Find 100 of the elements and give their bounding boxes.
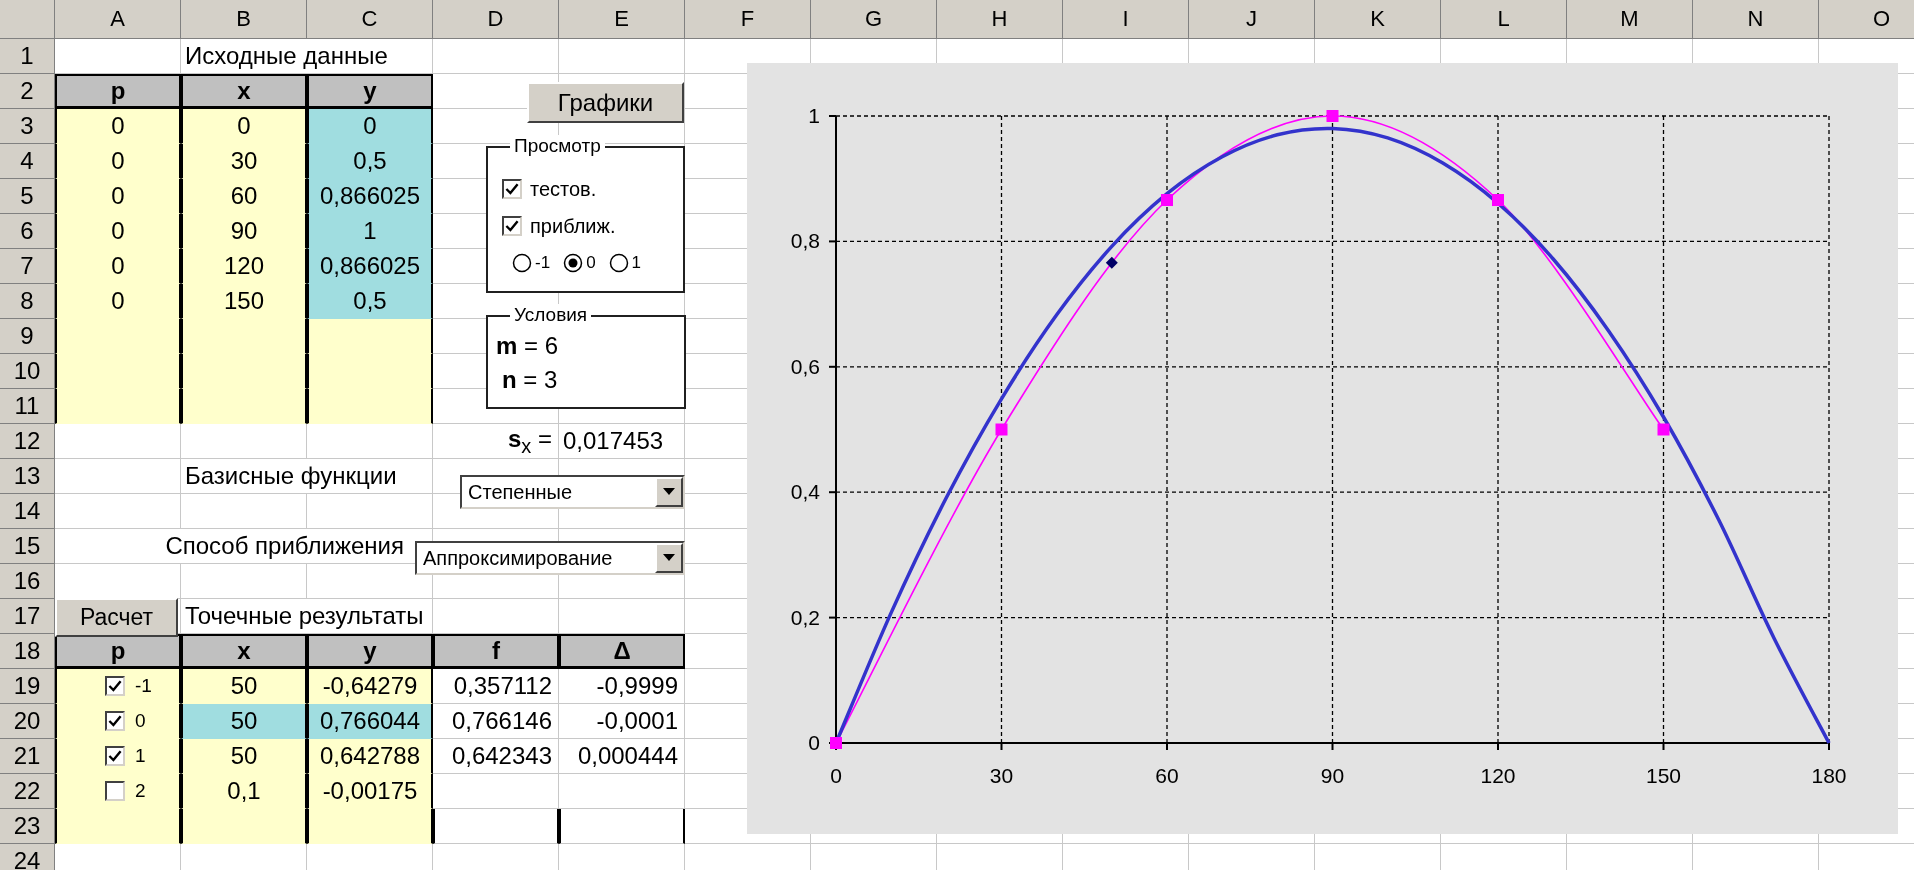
dropdown[interactable]: Степенные	[460, 475, 685, 509]
tick-label: 0,8	[790, 229, 820, 253]
header-cell: f	[433, 634, 559, 669]
caret-icon	[663, 488, 675, 496]
tick-label: 150	[1646, 764, 1681, 787]
row-header[interactable]: 19	[0, 669, 55, 704]
cell: 0,017453	[559, 424, 685, 459]
column-header[interactable]: I	[1063, 0, 1189, 39]
row-header[interactable]: 1	[0, 39, 55, 74]
tick-label: 180	[1811, 764, 1847, 787]
row-header[interactable]: 12	[0, 424, 55, 459]
cell: 0,866025	[307, 179, 433, 214]
checkbox[interactable]	[105, 746, 125, 766]
condition-text: m = 6	[496, 331, 559, 361]
row-header[interactable]: 9	[0, 319, 55, 354]
checkbox[interactable]	[105, 781, 125, 801]
dropdown-button[interactable]	[655, 477, 683, 507]
column-header[interactable]: G	[811, 0, 937, 39]
checkbox-label: 0	[135, 710, 146, 732]
select-all-button[interactable]	[0, 0, 55, 39]
row-header[interactable]: 24	[0, 844, 55, 870]
cell: 50	[181, 739, 307, 774]
radio-label: 1	[631, 253, 642, 273]
row-header[interactable]: 18	[0, 634, 55, 669]
header-cell: x	[181, 634, 307, 669]
row-header[interactable]: 10	[0, 354, 55, 389]
tick-label: 0	[808, 731, 820, 754]
row-header[interactable]: 2	[0, 74, 55, 109]
column-header[interactable]: F	[685, 0, 811, 39]
condition-text: n = 3	[502, 365, 558, 395]
column-header[interactable]: C	[307, 0, 433, 39]
checkbox-label: приближ.	[530, 214, 616, 238]
column-header[interactable]: H	[937, 0, 1063, 39]
row-header[interactable]: 15	[0, 529, 55, 564]
data-point	[1161, 194, 1173, 206]
cell: -0,0001	[559, 704, 685, 739]
cell: 0	[181, 109, 307, 144]
row-header[interactable]: 20	[0, 704, 55, 739]
row-header[interactable]: 14	[0, 494, 55, 529]
column-header[interactable]: E	[559, 0, 685, 39]
column-header[interactable]: A	[55, 0, 181, 39]
cell: 0	[55, 109, 181, 144]
cell: 50	[181, 704, 307, 739]
radio-button[interactable]	[608, 253, 629, 273]
cell: 0	[55, 179, 181, 214]
row-header[interactable]: 17	[0, 599, 55, 634]
radio-label: 0	[586, 253, 596, 273]
row-header[interactable]: 4	[0, 144, 55, 179]
column-header[interactable]: L	[1441, 0, 1567, 39]
row-header[interactable]: 3	[0, 109, 55, 144]
dropdown[interactable]: Аппроксимирование	[415, 541, 685, 575]
radio-button[interactable]	[512, 253, 532, 273]
column-header[interactable]: K	[1315, 0, 1441, 39]
cell: 0	[55, 214, 181, 249]
radio-button[interactable]	[563, 253, 584, 273]
checkbox-label: 2	[135, 780, 146, 802]
checkbox-label: -1	[135, 675, 152, 697]
column-header[interactable]: D	[433, 0, 559, 39]
header-cell: p	[55, 74, 181, 109]
column-header[interactable]: O	[1819, 0, 1914, 39]
dropdown-button[interactable]	[655, 543, 683, 573]
row-header[interactable]: 16	[0, 564, 55, 599]
row-header[interactable]: 7	[0, 249, 55, 284]
header-cell: Δ	[559, 634, 685, 669]
tick-label: 0,2	[790, 605, 820, 629]
cell: 0,866025	[307, 249, 433, 284]
row-header[interactable]: 23	[0, 809, 55, 844]
row-header[interactable]: 6	[0, 214, 55, 249]
cell: 0	[55, 144, 181, 179]
checkbox[interactable]	[502, 179, 522, 199]
header-cell: y	[307, 634, 433, 669]
checkbox[interactable]	[105, 676, 125, 696]
cell: s$_{x}$ =	[433, 424, 559, 459]
column-header[interactable]: J	[1189, 0, 1315, 39]
calculate-button[interactable]: Расчет	[55, 598, 178, 637]
row-header[interactable]: 8	[0, 284, 55, 319]
graphs-button[interactable]: Графики	[527, 82, 684, 123]
header-cell: x	[181, 74, 307, 109]
row-header[interactable]: 22	[0, 774, 55, 809]
cell: 0,642343	[433, 739, 559, 774]
tick-label: 60	[1155, 764, 1179, 787]
cell: 1	[307, 214, 433, 249]
cell: 0,766044	[307, 704, 433, 739]
row-header[interactable]: 13	[0, 459, 55, 494]
header-cell: y	[307, 74, 433, 109]
column-header[interactable]: B	[181, 0, 307, 39]
column-header[interactable]: N	[1693, 0, 1819, 39]
checkbox[interactable]	[105, 711, 125, 731]
radio-label: -1	[535, 253, 551, 273]
checkbox[interactable]	[502, 216, 522, 236]
cell: 90	[181, 214, 307, 249]
row-header[interactable]: 21	[0, 739, 55, 774]
cell: 60	[181, 179, 307, 214]
row-header[interactable]: 5	[0, 179, 55, 214]
cell: 0	[55, 249, 181, 284]
checkbox-label: тестов.	[530, 177, 597, 201]
column-header[interactable]: M	[1567, 0, 1693, 39]
cell: 0,1	[181, 774, 307, 809]
tick-label: 120	[1480, 764, 1516, 787]
row-header[interactable]: 11	[0, 389, 55, 424]
